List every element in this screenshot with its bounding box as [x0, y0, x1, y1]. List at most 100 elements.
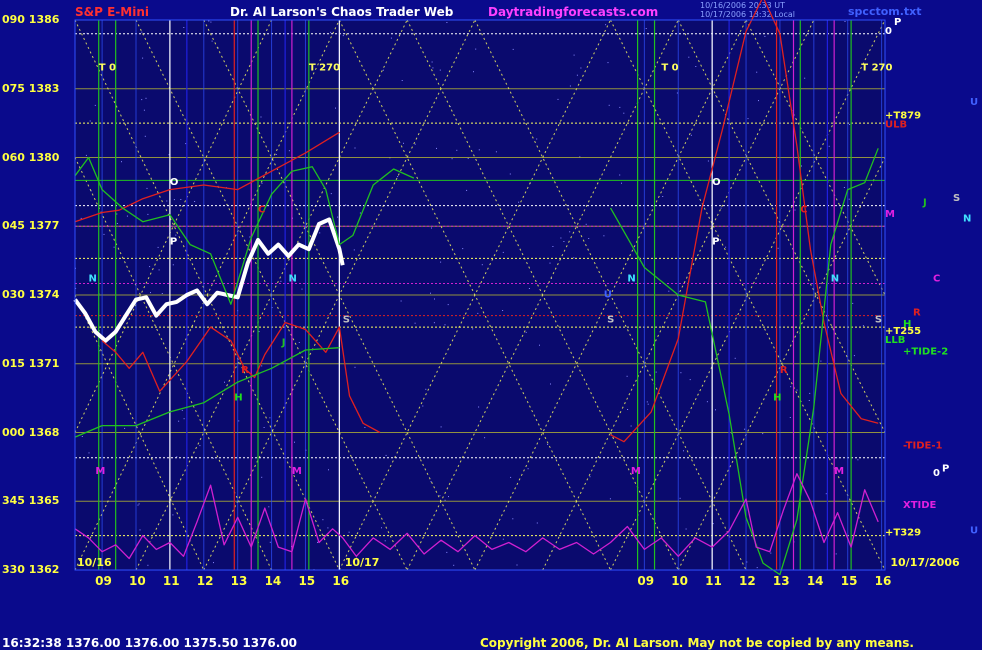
right-axis-label: C — [933, 273, 940, 284]
background-dot — [484, 437, 486, 439]
background-dot — [547, 444, 549, 445]
background-dot — [573, 257, 575, 259]
x-tick-label: 09 — [95, 574, 112, 588]
chart-marker-label: N — [89, 273, 97, 284]
background-dot — [385, 454, 387, 456]
right-axis-label: J — [922, 198, 927, 209]
background-dot — [683, 450, 684, 452]
background-dot — [298, 342, 300, 343]
background-dot — [322, 519, 324, 521]
background-dot — [808, 400, 810, 401]
background-dot — [142, 57, 144, 59]
background-dot — [397, 176, 399, 178]
background-dot — [390, 37, 392, 39]
background-dot — [337, 216, 339, 218]
date-label: 10/16 — [77, 556, 112, 569]
background-dot — [157, 246, 159, 248]
background-dot — [431, 227, 432, 229]
chart-marker-label: O — [170, 177, 179, 188]
background-dot — [238, 420, 240, 422]
date-label: 10/17 — [345, 556, 380, 569]
background-dot — [655, 371, 657, 373]
x-tick-label: 11 — [705, 574, 722, 588]
background-dot — [166, 200, 168, 202]
background-dot — [495, 151, 497, 153]
background-dot — [560, 237, 562, 239]
background-dot — [550, 383, 551, 385]
background-dot — [353, 249, 355, 251]
background-dot — [689, 379, 691, 381]
y-tick-label: 015 1371 — [2, 356, 60, 370]
background-dot — [345, 204, 347, 206]
background-dot — [330, 31, 332, 33]
chart-marker-label: S — [875, 315, 882, 326]
background-dot — [764, 35, 766, 37]
background-dot — [862, 325, 864, 327]
background-dot — [317, 541, 318, 543]
background-dot — [466, 189, 468, 191]
chart-marker-label: R — [780, 365, 788, 376]
background-dot — [512, 48, 514, 50]
chart-marker-label: S — [343, 315, 350, 326]
background-dot — [175, 234, 177, 236]
background-dot — [194, 201, 196, 202]
background-dot — [715, 409, 716, 411]
background-dot — [668, 290, 670, 292]
background-dot — [249, 236, 251, 238]
chart-marker-label: T 0 — [661, 62, 678, 73]
background-dot — [161, 293, 163, 294]
background-dot — [478, 149, 480, 151]
background-dot — [183, 27, 185, 28]
background-dot — [695, 66, 697, 67]
background-dot — [848, 198, 850, 200]
background-dot — [141, 31, 143, 33]
chart-marker-label: N — [289, 273, 297, 284]
background-dot — [431, 61, 433, 63]
background-dot — [147, 213, 149, 215]
right-axis-label: M — [885, 209, 895, 220]
background-dot — [301, 288, 303, 290]
background-dot — [756, 71, 758, 73]
background-dot — [403, 142, 404, 144]
background-dot — [400, 300, 402, 302]
background-dot — [433, 322, 435, 324]
background-dot — [809, 392, 811, 394]
background-dot — [569, 85, 571, 87]
background-dot — [820, 360, 822, 362]
background-dot — [849, 124, 851, 125]
background-dot — [525, 331, 527, 333]
chart-marker-label: M — [95, 466, 105, 477]
quote-readout: 16:32:38 1376.00 1376.00 1375.50 1376.00 — [2, 636, 298, 650]
background-dot — [440, 261, 442, 263]
background-dot — [414, 322, 416, 324]
background-dot — [327, 527, 329, 529]
background-dot — [758, 100, 759, 102]
x-tick-label: 16 — [874, 574, 892, 588]
x-tick-label: 10 — [129, 574, 146, 588]
background-dot — [688, 56, 690, 58]
chart-marker-label: P — [712, 237, 719, 248]
copyright-notice: Copyright 2006, Dr. Al Larson. May not b… — [480, 636, 914, 650]
x-tick-label: 16 — [332, 574, 350, 588]
y-tick-label: 090 1386 — [2, 13, 60, 26]
background-dot — [85, 154, 87, 156]
background-dot — [185, 143, 187, 145]
background-dot — [518, 201, 520, 203]
background-dot — [630, 425, 632, 427]
background-dot — [211, 40, 213, 42]
background-dot — [552, 246, 554, 247]
chart-marker-label: T 270 — [861, 62, 892, 73]
right-axis-label: N — [963, 214, 971, 225]
chart-marker-label: M — [292, 466, 302, 477]
background-dot — [467, 157, 469, 159]
background-dot — [502, 310, 504, 311]
x-tick-label: 15 — [298, 574, 316, 588]
background-dot — [172, 264, 174, 266]
chart-marker-label: U — [604, 289, 612, 300]
chart-marker-label: S — [607, 315, 614, 326]
background-dot — [789, 417, 791, 418]
background-dot — [608, 104, 610, 106]
background-dot — [126, 215, 128, 217]
background-dot — [178, 420, 180, 422]
background-dot — [121, 161, 122, 163]
